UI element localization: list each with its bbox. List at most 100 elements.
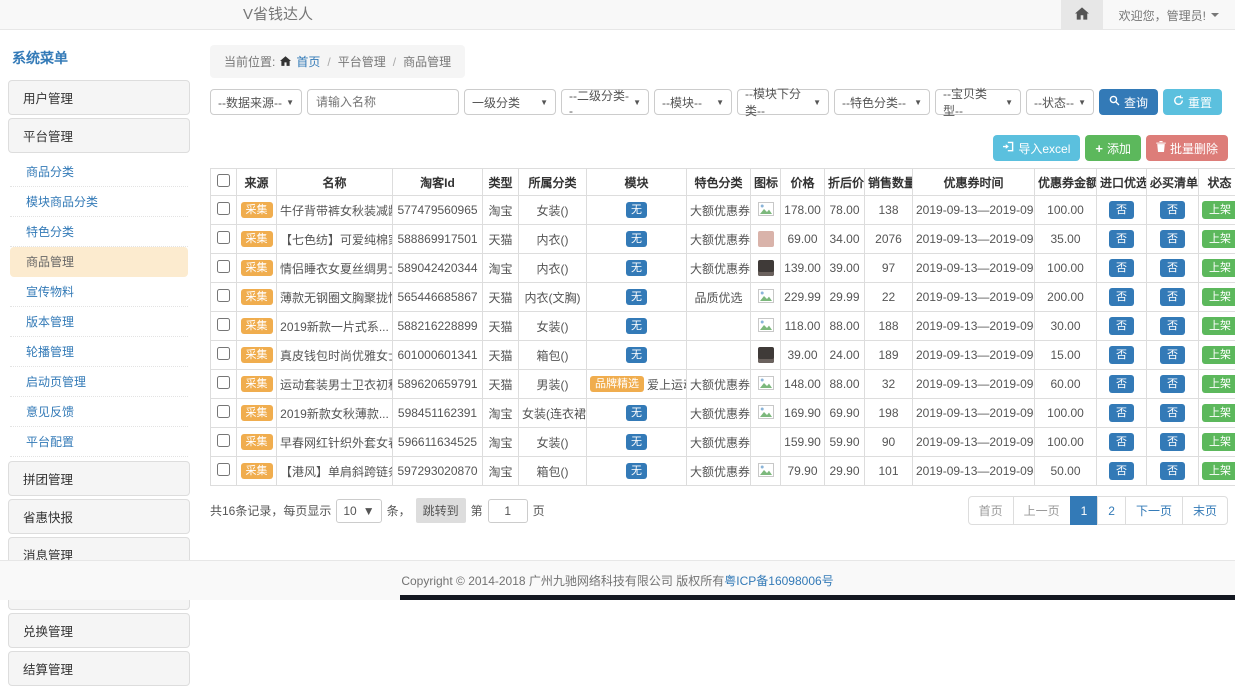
filter-select[interactable]: --宝贝类型--▼ — [935, 89, 1021, 115]
import-select-cell: 否 — [1097, 312, 1147, 341]
status-toggle[interactable]: 上架 — [1202, 259, 1235, 277]
select-all-checkbox[interactable] — [217, 174, 230, 187]
table-row: 采集牛仔背带裤女秋装减龄...577479560965淘宝女装()无大额优惠券1… — [211, 196, 1235, 225]
status-toggle[interactable]: 上架 — [1202, 404, 1235, 422]
name-search-input[interactable] — [307, 89, 459, 115]
table-row: 采集早春网红针织外套女春...596611634525淘宝女装()无大额优惠券1… — [211, 428, 1235, 457]
row-checkbox[interactable] — [217, 289, 230, 302]
page-button[interactable]: 首页 — [968, 496, 1014, 525]
row-checkbox[interactable] — [217, 463, 230, 476]
category-cell: 女装(连衣裙) — [519, 399, 587, 428]
page-size-select[interactable]: 10 ▼ — [336, 499, 381, 523]
breadcrumb-home-link[interactable]: 首页 — [296, 53, 320, 70]
sidebar-item[interactable]: 拼团管理 — [8, 461, 190, 496]
row-checkbox[interactable] — [217, 202, 230, 215]
must-buy-toggle[interactable]: 否 — [1160, 404, 1185, 422]
filter-select[interactable]: --数据来源--▼ — [210, 89, 302, 115]
sidebar-item[interactable]: 平台配置 — [10, 427, 188, 457]
broken-image-icon — [758, 379, 774, 393]
page-button[interactable]: 末页 — [1182, 496, 1228, 525]
must-buy-toggle[interactable]: 否 — [1160, 288, 1185, 306]
must-buy-toggle[interactable]: 否 — [1160, 462, 1185, 480]
batch-delete-button[interactable]: 批量删除 — [1146, 135, 1228, 161]
icp-link[interactable]: 粤ICP备16098006号 — [724, 572, 833, 589]
sidebar-item[interactable]: 平台管理 — [8, 118, 190, 153]
sidebar-item[interactable]: 模块商品分类 — [10, 187, 188, 217]
filter-select[interactable]: 一级分类▼ — [464, 89, 556, 115]
page-button[interactable]: 下一页 — [1125, 496, 1183, 525]
module-content: 品牌精选爱上运动 — [590, 376, 687, 393]
import-select-toggle[interactable]: 否 — [1109, 201, 1134, 219]
sidebar-item[interactable]: 结算管理 — [8, 651, 190, 686]
reset-button[interactable]: 重置 — [1163, 89, 1222, 115]
sidebar-item[interactable]: 兑换管理 — [8, 613, 190, 648]
sidebar-item[interactable]: 轮播管理 — [10, 337, 188, 367]
status-toggle[interactable]: 上架 — [1202, 230, 1235, 248]
import-select-toggle[interactable]: 否 — [1109, 346, 1134, 364]
must-buy-toggle[interactable]: 否 — [1160, 317, 1185, 335]
sidebar-item[interactable]: 省惠快报 — [8, 499, 190, 534]
query-button[interactable]: 查询 — [1099, 89, 1158, 115]
status-toggle[interactable]: 上架 — [1202, 433, 1235, 451]
row-checkbox[interactable] — [217, 231, 230, 244]
sidebar-item[interactable]: 特色分类 — [10, 217, 188, 247]
sidebar-item[interactable]: 版本管理 — [10, 307, 188, 337]
import-select-toggle[interactable]: 否 — [1109, 230, 1134, 248]
row-checkbox[interactable] — [217, 434, 230, 447]
row-checkbox[interactable] — [217, 260, 230, 273]
sales-cell: 101 — [865, 457, 913, 486]
must-buy-toggle[interactable]: 否 — [1160, 230, 1185, 248]
home-button[interactable] — [1061, 0, 1103, 30]
filter-select[interactable]: --状态--▼ — [1026, 89, 1094, 115]
must-buy-toggle[interactable]: 否 — [1160, 201, 1185, 219]
import-select-toggle[interactable]: 否 — [1109, 462, 1134, 480]
filter-select[interactable]: --特色分类--▼ — [834, 89, 930, 115]
import-excel-button[interactable]: 导入excel — [993, 135, 1080, 161]
filter-select[interactable]: --模块--▼ — [654, 89, 732, 115]
row-checkbox[interactable] — [217, 347, 230, 360]
sidebar-item[interactable]: 宣传物料 — [10, 277, 188, 307]
module-badge: 无 — [626, 231, 647, 247]
sidebar-item[interactable]: 商品分类 — [10, 157, 188, 187]
page-button[interactable]: 1 — [1070, 496, 1099, 525]
status-toggle[interactable]: 上架 — [1202, 317, 1235, 335]
sidebar-item[interactable]: 商品管理 — [10, 247, 188, 277]
jump-button[interactable]: 跳转到 — [416, 498, 466, 523]
row-checkbox-cell — [211, 254, 237, 283]
must-buy-toggle[interactable]: 否 — [1160, 433, 1185, 451]
records-unit: 条， — [387, 502, 411, 519]
icon-cell — [751, 341, 781, 370]
filter-select[interactable]: --二级分类--▼ — [561, 89, 649, 115]
status-toggle[interactable]: 上架 — [1202, 375, 1235, 393]
search-icon — [1109, 95, 1120, 109]
status-toggle[interactable]: 上架 — [1202, 288, 1235, 306]
page-button[interactable]: 上一页 — [1013, 496, 1071, 525]
must-buy-toggle[interactable]: 否 — [1160, 375, 1185, 393]
filter-select[interactable]: --模块下分类--▼ — [737, 89, 829, 115]
import-select-toggle[interactable]: 否 — [1109, 404, 1134, 422]
broken-image-icon — [758, 408, 774, 422]
sidebar-item[interactable]: 启动页管理 — [10, 367, 188, 397]
sidebar-item[interactable]: 意见反馈 — [10, 397, 188, 427]
page-number-input[interactable] — [488, 499, 528, 523]
row-checkbox[interactable] — [217, 376, 230, 389]
import-select-toggle[interactable]: 否 — [1109, 288, 1134, 306]
user-menu[interactable]: 欢迎您，管理员! — [1103, 7, 1235, 24]
import-select-toggle[interactable]: 否 — [1109, 259, 1134, 277]
must-buy-toggle[interactable]: 否 — [1160, 259, 1185, 277]
import-select-toggle[interactable]: 否 — [1109, 375, 1134, 393]
must-buy-toggle[interactable]: 否 — [1160, 346, 1185, 364]
page-button[interactable]: 2 — [1097, 496, 1126, 525]
row-checkbox[interactable] — [217, 318, 230, 331]
status-toggle[interactable]: 上架 — [1202, 346, 1235, 364]
import-select-toggle[interactable]: 否 — [1109, 317, 1134, 335]
footer: Copyright © 2014-2018 广州九驰网络科技有限公司 版权所有 … — [0, 560, 1235, 600]
sidebar-item[interactable]: 用户管理 — [8, 80, 190, 115]
taoke-id-cell: 596611634525 — [393, 428, 483, 457]
row-checkbox[interactable] — [217, 405, 230, 418]
import-select-toggle[interactable]: 否 — [1109, 433, 1134, 451]
add-button[interactable]: + 添加 — [1085, 135, 1141, 161]
status-toggle[interactable]: 上架 — [1202, 462, 1235, 480]
column-header: 淘客Id — [393, 169, 483, 196]
status-toggle[interactable]: 上架 — [1202, 201, 1235, 219]
